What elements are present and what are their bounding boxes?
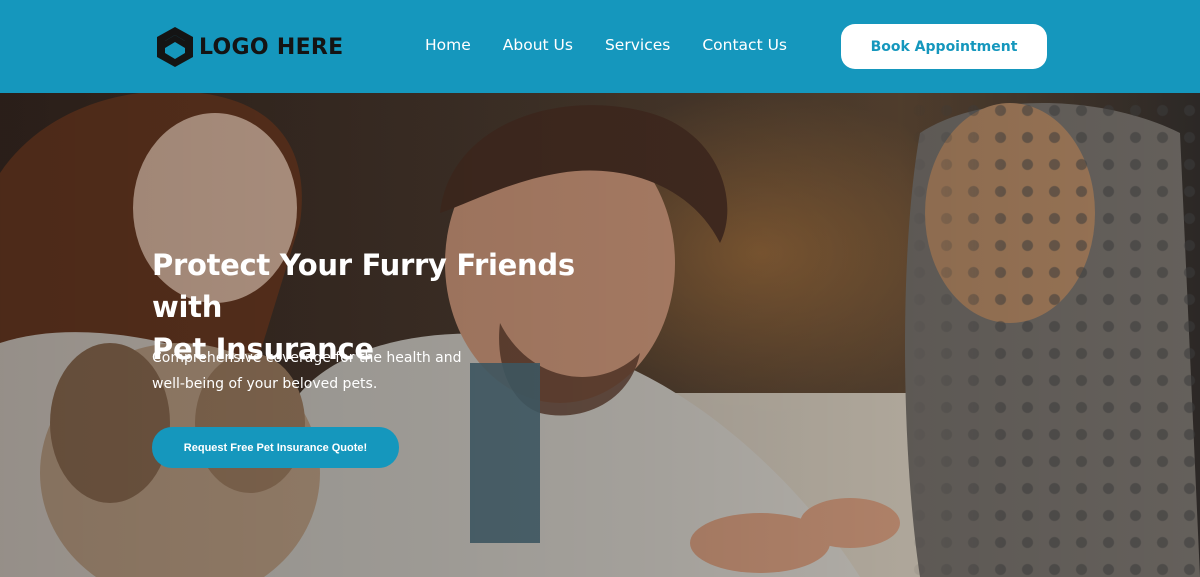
hero-title-line-1: Protect Your Furry Friends with bbox=[152, 248, 575, 324]
logo-text: LOGO HERE bbox=[199, 34, 344, 60]
main-nav: Home About Us Services Contact Us bbox=[425, 36, 787, 54]
nav-services[interactable]: Services bbox=[605, 36, 670, 54]
hexagon-logo-icon bbox=[157, 27, 193, 67]
site-header: LOGO HERE Home About Us Services Contact… bbox=[0, 0, 1200, 93]
dot-pattern-overlay bbox=[900, 93, 1200, 577]
hero-subtitle: Comprehensive coverage for the health an… bbox=[152, 345, 492, 397]
book-appointment-button[interactable]: Book Appointment bbox=[841, 24, 1047, 69]
hero-subtitle-line-1: Comprehensive coverage for the health an… bbox=[152, 350, 462, 366]
hero-section: Protect Your Furry Friends with Pet Insu… bbox=[0, 93, 1200, 577]
nav-home[interactable]: Home bbox=[425, 36, 471, 54]
request-quote-button[interactable]: Request Free Pet Insurance Quote! bbox=[152, 427, 399, 468]
logo[interactable]: LOGO HERE bbox=[155, 26, 343, 68]
nav-contact-us[interactable]: Contact Us bbox=[702, 36, 787, 54]
hero-subtitle-line-2: well-being of your beloved pets. bbox=[152, 376, 378, 392]
nav-about-us[interactable]: About Us bbox=[503, 36, 573, 54]
